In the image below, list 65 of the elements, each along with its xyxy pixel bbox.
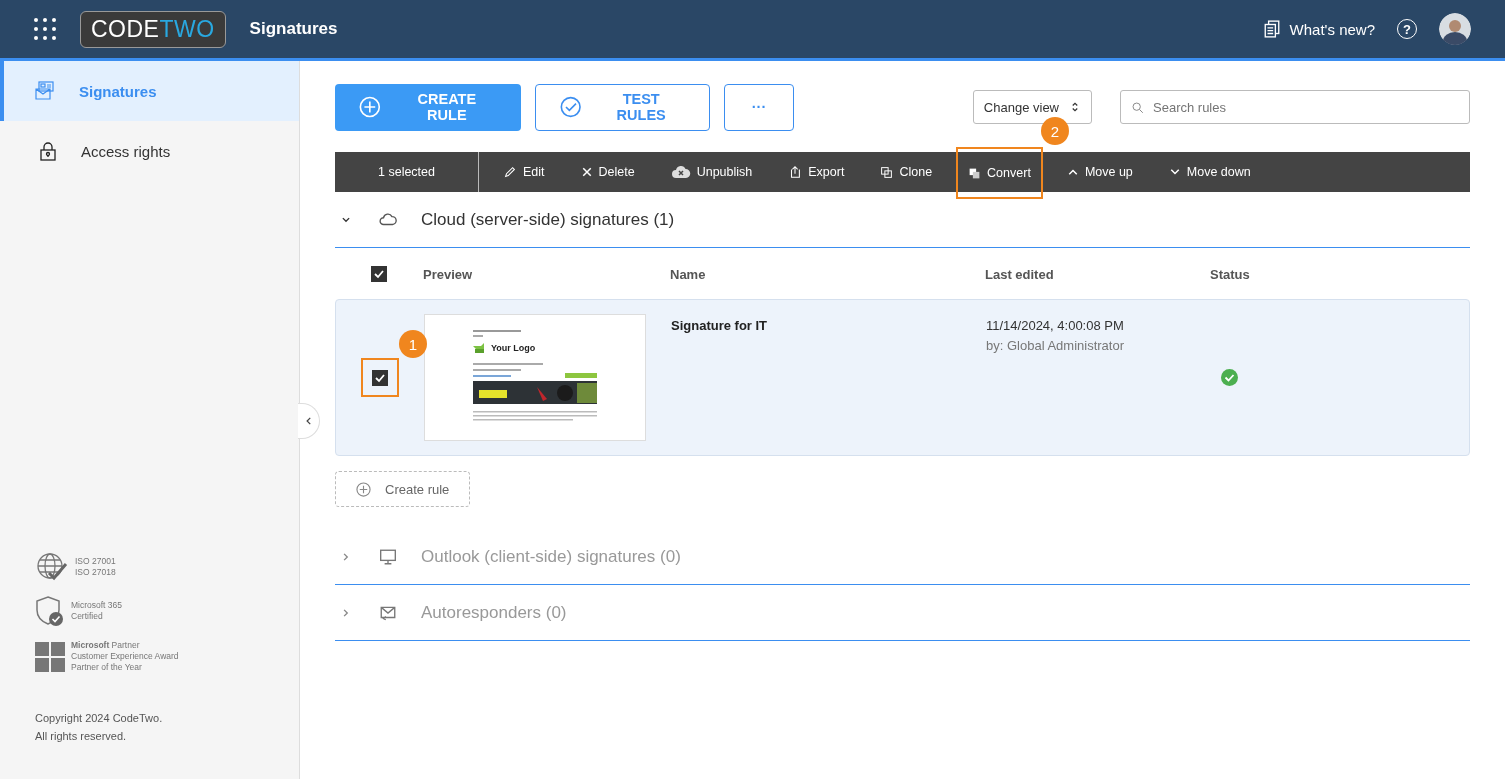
edited-by: by: Global Administrator bbox=[986, 338, 1125, 353]
badge-text: Microsoft Partner bbox=[71, 640, 141, 651]
shield-check-icon bbox=[35, 595, 65, 627]
monitor-icon bbox=[379, 547, 397, 566]
toolbar-button[interactable]: Delete bbox=[568, 152, 647, 192]
copy-icon bbox=[968, 166, 982, 180]
select-all-checkbox[interactable] bbox=[371, 266, 387, 282]
row-checkbox[interactable] bbox=[372, 369, 388, 386]
step-marker: 1 bbox=[399, 330, 427, 358]
badge-text: ISO 27018 bbox=[75, 567, 116, 578]
whats-new-link[interactable]: What's new? bbox=[1262, 20, 1375, 38]
sidebar-item[interactable]: Access rights bbox=[0, 121, 299, 181]
section-title[interactable]: Cloud (server-side) signatures (1) bbox=[421, 209, 675, 230]
check-circle-icon bbox=[560, 96, 582, 118]
toolbar-button[interactable]: Clone bbox=[868, 152, 945, 192]
step-marker: 2 bbox=[1040, 117, 1069, 145]
toolbar-button[interactable]: Unpublish bbox=[658, 152, 765, 192]
close-icon bbox=[580, 166, 593, 178]
rule-row[interactable]: 1 Your Logo Signature for IT 11/14/2024, 4:00:08 PM by: Global Administrator bbox=[335, 299, 1470, 456]
badge-text: Partner of the Year bbox=[71, 662, 143, 673]
lock-icon bbox=[39, 141, 57, 161]
plus-circle-icon bbox=[356, 481, 371, 497]
expand-toggle[interactable] bbox=[341, 607, 351, 618]
rule-name: Signature for IT bbox=[671, 318, 769, 333]
toolbar-button[interactable]: Move down bbox=[1156, 152, 1263, 192]
copyright-text: Copyright 2024 CodeTwo. bbox=[35, 711, 164, 726]
search-icon bbox=[1131, 101, 1144, 114]
app-launcher-icon[interactable] bbox=[34, 18, 56, 40]
column-header: Status bbox=[1210, 266, 1251, 282]
signature-preview[interactable]: Your Logo bbox=[424, 314, 646, 441]
chevron-right-icon bbox=[341, 551, 351, 562]
pencil-icon bbox=[503, 165, 517, 179]
column-header: Name bbox=[670, 266, 707, 282]
logo[interactable]: CODETWO bbox=[80, 10, 226, 48]
toolbar-button[interactable]: Move up bbox=[1054, 152, 1145, 192]
toolbar-button[interactable]: Export bbox=[776, 152, 857, 192]
badge-text: ISO 27001 bbox=[75, 556, 116, 567]
export-icon bbox=[788, 165, 803, 179]
copy-icon bbox=[880, 165, 894, 179]
view-dropdown[interactable]: Change view bbox=[972, 90, 1092, 124]
column-header: Last edited bbox=[985, 266, 1055, 282]
avatar[interactable] bbox=[1439, 13, 1471, 45]
toolbar-button[interactable]: Edit bbox=[491, 152, 557, 192]
badge-text: Customer Experience Award bbox=[71, 651, 179, 662]
windows-logo-icon bbox=[35, 641, 65, 672]
plus-circle-icon bbox=[359, 96, 381, 118]
selection-count: 1 selected bbox=[335, 152, 479, 192]
document-icon bbox=[1262, 20, 1281, 38]
text-lines-drawing bbox=[473, 329, 523, 339]
edited-date: 11/14/2024, 4:00:08 PM bbox=[986, 318, 1125, 333]
badge-text: Certified bbox=[71, 611, 104, 622]
toolbar-button[interactable]: Convert bbox=[956, 147, 1043, 199]
column-header: Preview bbox=[423, 266, 474, 282]
create-rule-button[interactable]: Create rule bbox=[335, 471, 471, 507]
mail-card-icon bbox=[35, 81, 55, 101]
expand-toggle[interactable] bbox=[341, 551, 351, 562]
copyright-text: All rights reserved. bbox=[35, 729, 128, 744]
chevron-right-icon bbox=[341, 607, 351, 618]
logo-icon bbox=[473, 343, 487, 353]
app-title: Signatures bbox=[249, 19, 338, 39]
globe-check-icon bbox=[35, 552, 69, 582]
search-field[interactable]: Search rules bbox=[1120, 90, 1470, 124]
badge-text: Microsoft 365 bbox=[71, 600, 123, 611]
cloud-icon bbox=[670, 165, 691, 179]
logo-text: Your Logo bbox=[491, 343, 536, 353]
